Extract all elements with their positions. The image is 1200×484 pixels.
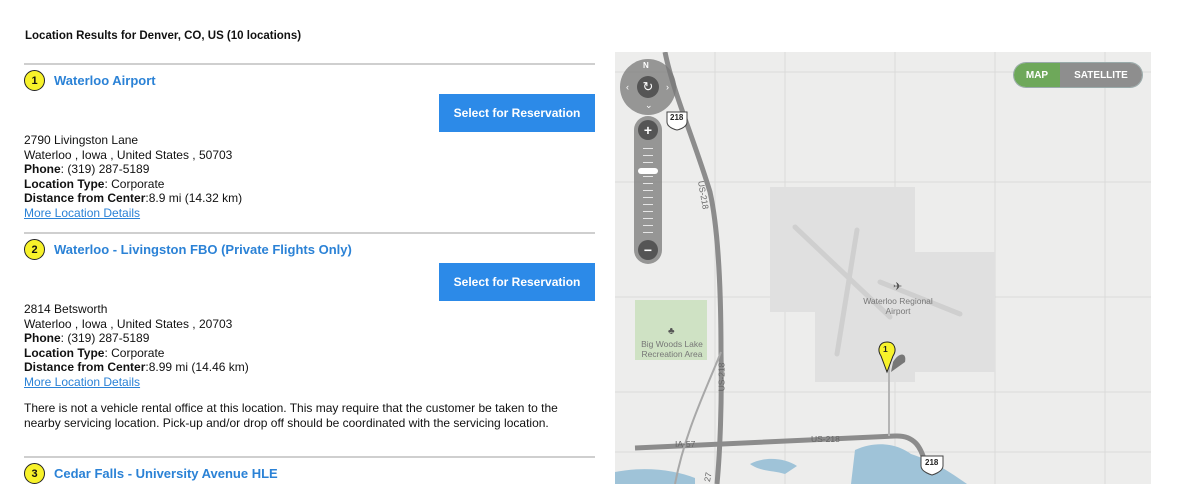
road-label-us218: US-218 (811, 434, 840, 444)
distance-row: Distance from Center:8.9 mi (14.32 km) (24, 191, 242, 206)
park-label: Big Woods Lake Recreation Area (641, 339, 703, 359)
location-name-link[interactable]: Waterloo Airport (54, 73, 156, 88)
divider (24, 63, 595, 65)
distance-row: Distance from Center:8.99 mi (14.46 km) (24, 360, 249, 375)
zoom-control: + − (634, 116, 662, 264)
north-indicator: N (643, 61, 649, 70)
pan-right-icon[interactable]: › (666, 82, 669, 92)
phone-label: Phone (24, 162, 61, 177)
zoom-out-button[interactable]: − (638, 240, 658, 260)
distance-value: :8.99 mi (14.46 km) (145, 360, 249, 375)
location-type-row: Location Type: Corporate (24, 177, 242, 192)
more-location-details-link[interactable]: More Location Details (24, 375, 140, 389)
road-label-27: 27 (701, 471, 714, 483)
phone-label: Phone (24, 331, 61, 346)
phone-row: Phone: (319) 287-5189 (24, 331, 249, 346)
satellite-view-button[interactable]: SATELLITE (1060, 63, 1142, 87)
map-canvas: ✈ ♣ (615, 52, 1151, 484)
pan-compass[interactable]: N ‹ › ⌄ ↻ (620, 59, 676, 115)
city-line: Waterloo , Iowa , United States , 20703 (24, 316, 233, 331)
location-type-value: : Corporate (104, 345, 165, 360)
map-view-button[interactable]: MAP (1014, 63, 1060, 87)
tree-icon: ♣ (668, 326, 675, 337)
select-for-reservation-button[interactable]: Select for Reservation (439, 263, 595, 301)
phone-row: Phone: (319) 287-5189 (24, 162, 242, 177)
location-type-label: Location Type (24, 345, 105, 360)
divider (24, 232, 595, 234)
location-name-link[interactable]: Cedar Falls - University Avenue HLE (54, 466, 278, 481)
zoom-in-button[interactable]: + (638, 120, 658, 140)
road-label-us218: US-218 (716, 362, 727, 392)
location-number-badge: 2 (24, 239, 45, 260)
airplane-icon: ✈ (893, 281, 902, 293)
phone-value: : (319) 287-5189 (60, 162, 150, 177)
road-label-ia57: IA-57 (675, 439, 696, 449)
pan-down-icon[interactable]: ⌄ (645, 100, 653, 111)
divider (24, 456, 595, 458)
location-title-3: 3 Cedar Falls - University Avenue HLE (24, 463, 278, 484)
rotate-reset-icon[interactable]: ↻ (637, 76, 659, 98)
location-type-label: Location Type (24, 176, 105, 191)
distance-label: Distance from Center (24, 191, 146, 206)
location-map[interactable]: ✈ ♣ 218 218 Waterloo Regional Airport Bi… (615, 52, 1151, 484)
us218-shield-label: 218 (925, 458, 939, 467)
distance-value: :8.9 mi (14.32 km) (145, 191, 243, 206)
location-address-1: 2790 Livingston Lane Waterloo , Iowa , U… (24, 133, 242, 221)
lake (851, 444, 967, 484)
street-address: 2790 Livingston Lane (24, 133, 139, 147)
location-address-2: 2814 Betsworth Waterloo , Iowa , United … (24, 302, 249, 390)
location-title-1: 1 Waterloo Airport (24, 70, 156, 91)
zoom-slider-handle[interactable] (638, 168, 658, 174)
location-note: There is not a vehicle rental office at … (24, 401, 558, 430)
us218-shield-label: 218 (670, 113, 684, 122)
map-type-toggle: MAP SATELLITE (1014, 63, 1142, 87)
location-name-link[interactable]: Waterloo - Livingston FBO (Private Fligh… (54, 242, 352, 257)
city-line: Waterloo , Iowa , United States , 50703 (24, 147, 233, 162)
select-for-reservation-button[interactable]: Select for Reservation (439, 94, 595, 132)
location-number-badge: 3 (24, 463, 45, 484)
distance-label: Distance from Center (24, 360, 146, 375)
airport-label: Waterloo Regional Airport (863, 296, 933, 316)
location-title-2: 2 Waterloo - Livingston FBO (Private Fli… (24, 239, 352, 260)
results-header: Location Results for Denver, CO, US (10 … (25, 30, 302, 42)
location-type-value: : Corporate (104, 176, 165, 191)
street-address: 2814 Betsworth (24, 302, 108, 316)
zoom-track[interactable] (643, 148, 653, 234)
phone-value: : (319) 287-5189 (60, 331, 150, 346)
location-type-row: Location Type: Corporate (24, 346, 249, 361)
pan-left-icon[interactable]: ‹ (626, 82, 629, 92)
more-location-details-link[interactable]: More Location Details (24, 206, 140, 220)
location-number-badge: 1 (24, 70, 45, 91)
marker-number: 1 (883, 344, 888, 354)
